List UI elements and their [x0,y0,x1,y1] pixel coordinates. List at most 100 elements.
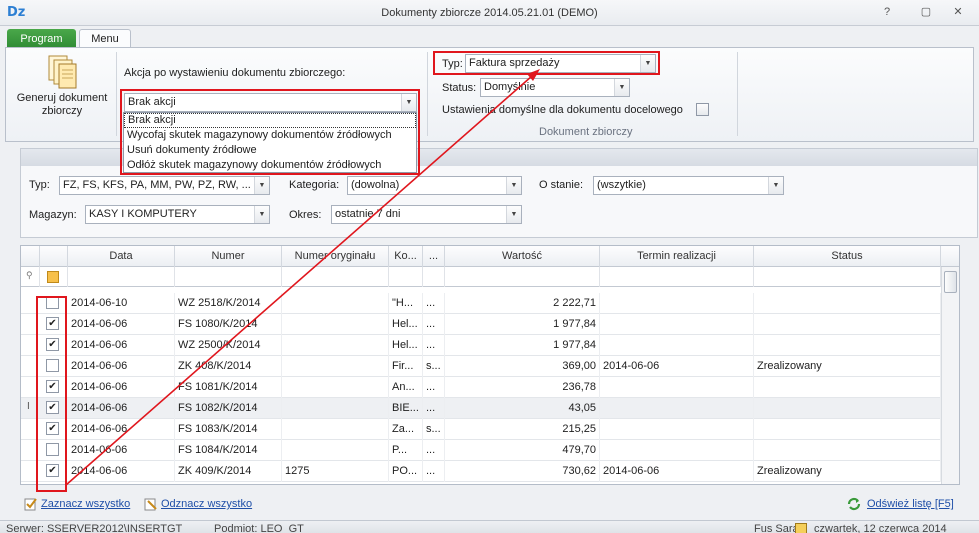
ribbon-tabs: Program Menu [0,26,979,49]
scrollbar-thumb[interactable] [944,271,957,293]
window-title: Dokumenty zbiorcze 2014.05.21.01 (DEMO) [381,7,598,19]
header-extra[interactable]: ... [423,246,445,267]
header-termin[interactable]: Termin realizacji [600,246,754,267]
filter-cell[interactable] [68,267,175,287]
cell-orig [282,398,389,419]
close-icon[interactable]: ✕ [947,4,969,21]
cell-termin [600,440,754,461]
table-row[interactable]: I ✔ 2014-06-06 FS 1082/K/2014 BIE...... 43,05 [21,398,941,419]
cell-orig [282,377,389,398]
ribbon-separator [427,52,428,136]
cell-ko: An... [389,377,423,398]
cell-status [754,398,941,419]
cell-wartosc: 479,70 [445,440,600,461]
cell-status [754,314,941,335]
cell-orig [282,335,389,356]
status-bar: Serwer: SSERVER2012\INSERTGT Podmiot: LE… [0,520,979,533]
annotation-checkbox-column [36,296,67,492]
filter-check-icon[interactable] [47,271,59,283]
chevron-down-icon[interactable]: ▼ [254,206,269,223]
group-caption: Dokument zbiorczy [539,126,633,138]
filter-okres-select[interactable]: ostatnie 7 dni ▼ [331,205,522,224]
table-row[interactable]: ✔ 2014-06-06 FS 1081/K/2014 An...... 236,78 [21,377,941,398]
row-indicator-icon: I [27,401,30,412]
filter-kategoria-select[interactable]: (dowolna) ▼ [347,176,522,195]
table-row[interactable]: ✔ 2014-06-06 WZ 2500/K/2014 Hel...... 1 977,… [21,335,941,356]
cell-status [754,440,941,461]
filter-cell[interactable] [282,267,389,287]
header-status[interactable]: Status [754,246,941,267]
deselect-all-link[interactable]: Odznacz wszystko [161,498,252,510]
chevron-down-icon[interactable]: ▼ [254,177,269,194]
filter-cell[interactable] [754,267,941,287]
title-bar: Dz Dokumenty zbiorcze 2014.05.21.01 (DEM… [0,0,979,26]
cell-data: 2014-06-10 [68,293,175,314]
table-row[interactable]: ✔ 2014-06-06 FS 1083/K/2014 Za... s... 215,25 [21,419,941,440]
cell-status [754,335,941,356]
chevron-down-icon[interactable]: ▼ [506,206,521,223]
header-wartosc[interactable]: Wartość [445,246,600,267]
chevron-down-icon[interactable]: ▼ [768,177,783,194]
generate-document-button[interactable]: Generuj dokument zbiorczy [10,54,114,124]
cell-termin [600,335,754,356]
cell-orig: 1275 [282,461,389,482]
table-row[interactable]: ✔ 2014-06-06 FS 1080/K/2014 Hel...... 1 977,… [21,314,941,335]
cell-data: 2014-06-06 [68,440,175,461]
table-row[interactable]: ✔ 2014-06-06 ZK 409/K/2014 1275 PO...... 730,… [21,461,941,482]
tab-menu[interactable]: Menu [79,29,131,49]
filter-cell[interactable] [175,267,282,287]
filter-magazyn-select[interactable]: KASY I KOMPUTERY ▼ [85,205,270,224]
pin-icon: ⚲ [26,270,33,280]
cell-orig [282,440,389,461]
chevron-down-icon[interactable]: ▼ [506,177,521,194]
header-numer[interactable]: Numer [175,246,282,267]
help-icon[interactable]: ? [876,4,898,21]
header-kontrahent[interactable]: Ko... [389,246,423,267]
tab-program[interactable]: Program [7,29,76,49]
filter-check-cell[interactable] [40,267,68,287]
header-numer-oryginalu[interactable]: Numer oryginału [282,246,389,267]
status-select[interactable]: Domyślnie ▼ [480,78,630,97]
deselect-all-icon[interactable] [144,497,158,511]
cell-wartosc: 236,78 [445,377,600,398]
header-data[interactable]: Data [68,246,175,267]
table-row[interactable]: 2014-06-10 WZ 2518/K/2014 "H...... 2 222,71 [21,293,941,314]
select-all-link[interactable]: Zaznacz wszystko [41,498,130,510]
filter-cell[interactable] [389,267,423,287]
cell-wartosc: 730,62 [445,461,600,482]
filter-okres-label: Okres: [289,209,322,221]
cell-orig [282,419,389,440]
cell-x: ... [423,398,445,419]
status-select-value: Domyślnie [484,81,536,93]
cell-orig [282,314,389,335]
cell-x: ... [423,314,445,335]
restore-icon[interactable]: ▢ [915,4,937,21]
select-all-icon[interactable] [24,497,38,511]
filter-typ-select[interactable]: FZ, FS, KFS, PA, MM, PW, PZ, RW, ... ▼ [59,176,270,195]
cell-ko: PO... [389,461,423,482]
filter-cell[interactable] [423,267,445,287]
table-row[interactable]: 2014-06-06 ZK 408/K/2014 Fir... s... 369,00 2… [21,356,941,377]
generate-document-label: Generuj dokument zbiorczy [16,92,108,117]
status-server: Serwer: SSERVER2012\INSERTGT [6,523,183,533]
refresh-icon[interactable] [847,497,861,511]
cell-data: 2014-06-06 [68,314,175,335]
filter-ostanie-select[interactable]: (wszytkie) ▼ [593,176,784,195]
defaults-label: Ustawienia domyślne dla dokumentu docelo… [442,104,683,116]
filter-cell[interactable] [600,267,754,287]
grid-header: Data Numer Numer oryginału Ko... ... War… [21,246,959,267]
grid-filter-row[interactable]: ⚲ [21,267,959,287]
cell-data: 2014-06-06 [68,419,175,440]
header-indicator [21,246,40,267]
cell-ko: BIE... [389,398,423,419]
grid-scrollbar[interactable] [941,267,959,484]
cell-data: 2014-06-06 [68,398,175,419]
filter-ostanie-label: O stanie: [539,179,584,191]
cell-numer: FS 1083/K/2014 [175,419,282,440]
chevron-down-icon[interactable]: ▼ [614,79,629,96]
refresh-link[interactable]: Odśwież listę [F5] [867,498,954,510]
defaults-checkbox[interactable] [696,103,709,116]
table-row[interactable]: 2014-06-06 FS 1084/K/2014 P...... 479,70 [21,440,941,461]
cell-termin [600,377,754,398]
filter-cell[interactable] [445,267,600,287]
